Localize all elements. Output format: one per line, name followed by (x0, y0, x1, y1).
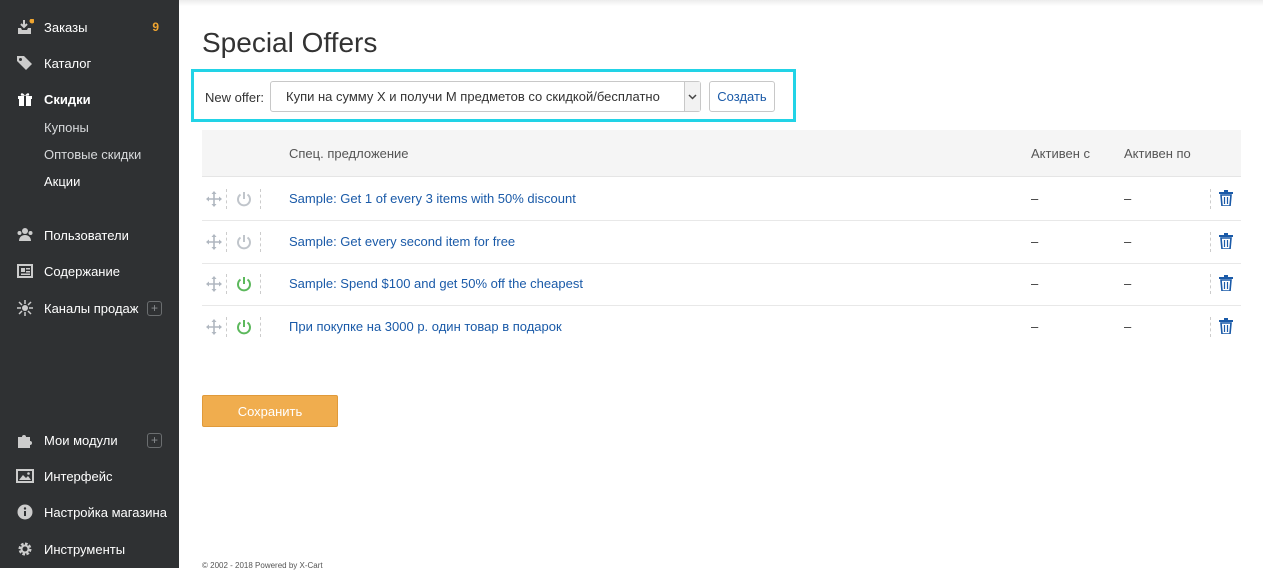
puzzle-icon (16, 431, 34, 449)
sidebar-item-label: Каталог (44, 55, 92, 71)
divider (226, 232, 227, 252)
image-icon (16, 467, 34, 485)
active-from-value[interactable]: – (1031, 191, 1038, 206)
drag-handle-icon[interactable] (206, 276, 222, 292)
trash-icon[interactable] (1219, 233, 1233, 250)
info-icon (16, 503, 34, 521)
sidebar-item-sales-channels[interactable]: Каналы продаж + (0, 294, 179, 322)
divider (260, 189, 261, 209)
active-from-value[interactable]: – (1031, 319, 1038, 334)
active-to-value[interactable]: – (1124, 234, 1131, 249)
sidebar-item-label: Инструменты (44, 541, 126, 557)
add-sales-channel-button[interactable]: + (147, 300, 162, 316)
chevron-down-icon[interactable] (684, 82, 700, 111)
power-toggle-icon[interactable] (236, 319, 252, 335)
tag-icon (16, 54, 34, 72)
drag-handle-icon[interactable] (206, 191, 222, 207)
divider (226, 317, 227, 337)
power-toggle-icon[interactable] (236, 276, 252, 292)
table-header: Спец. предложение Активен с Активен по (202, 130, 1241, 177)
divider (1210, 189, 1211, 209)
trash-icon[interactable] (1219, 318, 1233, 335)
sidebar-item-interface[interactable]: Интерфейс (0, 462, 179, 490)
add-module-button[interactable]: + (147, 432, 162, 448)
sidebar-item-tools[interactable]: Инструменты (0, 535, 179, 563)
power-toggle-icon[interactable] (236, 234, 252, 250)
new-offer-panel: New offer: Купи на сумму Х и получи М пр… (191, 69, 796, 122)
content-icon (16, 262, 34, 280)
sidebar: Заказы 9 Каталог Скидки Купоны Оптовые с… (0, 0, 179, 568)
save-button[interactable]: Сохранить (202, 395, 338, 427)
new-offer-select-value: Купи на сумму Х и получи М предметов со … (286, 89, 660, 104)
sidebar-item-label: Заказы (44, 19, 88, 35)
active-to-value[interactable]: – (1124, 319, 1131, 334)
sidebar-subitem-coupons[interactable]: Купоны (44, 120, 89, 135)
drag-handle-icon[interactable] (206, 234, 222, 250)
trash-icon[interactable] (1219, 275, 1233, 292)
power-toggle-icon[interactable] (236, 191, 252, 207)
divider (1210, 317, 1211, 337)
drag-handle-icon[interactable] (206, 319, 222, 335)
sidebar-item-label: Каналы продаж (44, 300, 139, 316)
divider (260, 317, 261, 337)
table-row: Sample: Get 1 of every 3 items with 50% … (202, 178, 1241, 221)
sidebar-subitem-wholesale[interactable]: Оптовые скидки (44, 147, 141, 162)
divider (260, 274, 261, 294)
gift-icon (16, 90, 34, 108)
table-row: Sample: Get every second item for free –… (202, 221, 1241, 264)
table-row: Sample: Spend $100 and get 50% off the c… (202, 263, 1241, 306)
column-header-name[interactable]: Спец. предложение (289, 146, 409, 161)
sidebar-item-catalog[interactable]: Каталог (0, 49, 179, 77)
divider (1210, 274, 1211, 294)
sidebar-item-discounts[interactable]: Скидки (0, 85, 179, 113)
sidebar-item-label: Настройка магазина (44, 504, 167, 520)
table-row: При покупке на 3000 р. один товар в пода… (202, 306, 1241, 349)
offer-name-link[interactable]: Sample: Get every second item for free (289, 234, 515, 249)
new-offer-select[interactable]: Купи на сумму Х и получи М предметов со … (270, 81, 701, 112)
offer-name-link[interactable]: Sample: Get 1 of every 3 items with 50% … (289, 191, 576, 206)
offer-name-link[interactable]: При покупке на 3000 р. один товар в пода… (289, 319, 562, 334)
orders-icon (16, 18, 34, 36)
gear-icon (16, 540, 34, 558)
active-to-value[interactable]: – (1124, 276, 1131, 291)
sidebar-item-label: Содержание (44, 263, 120, 279)
divider (226, 189, 227, 209)
top-shadow (179, 0, 1263, 6)
sidebar-item-label: Интерфейс (44, 468, 113, 484)
active-to-value[interactable]: – (1124, 191, 1131, 206)
active-from-value[interactable]: – (1031, 276, 1038, 291)
sidebar-item-orders[interactable]: Заказы 9 (0, 13, 179, 41)
divider (1210, 232, 1211, 252)
sales-channels-icon (16, 299, 34, 317)
sidebar-item-store-setup[interactable]: Настройка магазина (0, 498, 179, 526)
sidebar-item-users[interactable]: Пользователи (0, 221, 179, 249)
orders-count-badge: 9 (152, 20, 159, 34)
sidebar-item-label: Пользователи (44, 227, 129, 243)
main-content: Special Offers New offer: Купи на сумму … (179, 0, 1263, 570)
divider (226, 274, 227, 294)
create-offer-button[interactable]: Создать (709, 81, 775, 112)
offer-name-link[interactable]: Sample: Spend $100 and get 50% off the c… (289, 276, 583, 291)
sidebar-item-label: Мои модули (44, 432, 118, 448)
column-header-active-from[interactable]: Активен с (1031, 146, 1090, 161)
sidebar-item-label: Скидки (44, 91, 91, 107)
sidebar-subitem-offers[interactable]: Акции (44, 174, 80, 189)
sidebar-item-modules[interactable]: Мои модули + (0, 426, 179, 454)
divider (260, 232, 261, 252)
page-title: Special Offers (202, 27, 378, 58)
new-offer-label: New offer: (205, 90, 265, 105)
footer-copyright: © 2002 - 2018 Powered by X-Cart (202, 561, 323, 570)
active-from-value[interactable]: – (1031, 234, 1038, 249)
sidebar-item-content[interactable]: Содержание (0, 257, 179, 285)
column-header-active-to[interactable]: Активен по (1124, 146, 1191, 161)
trash-icon[interactable] (1219, 190, 1233, 207)
users-icon (16, 226, 34, 244)
